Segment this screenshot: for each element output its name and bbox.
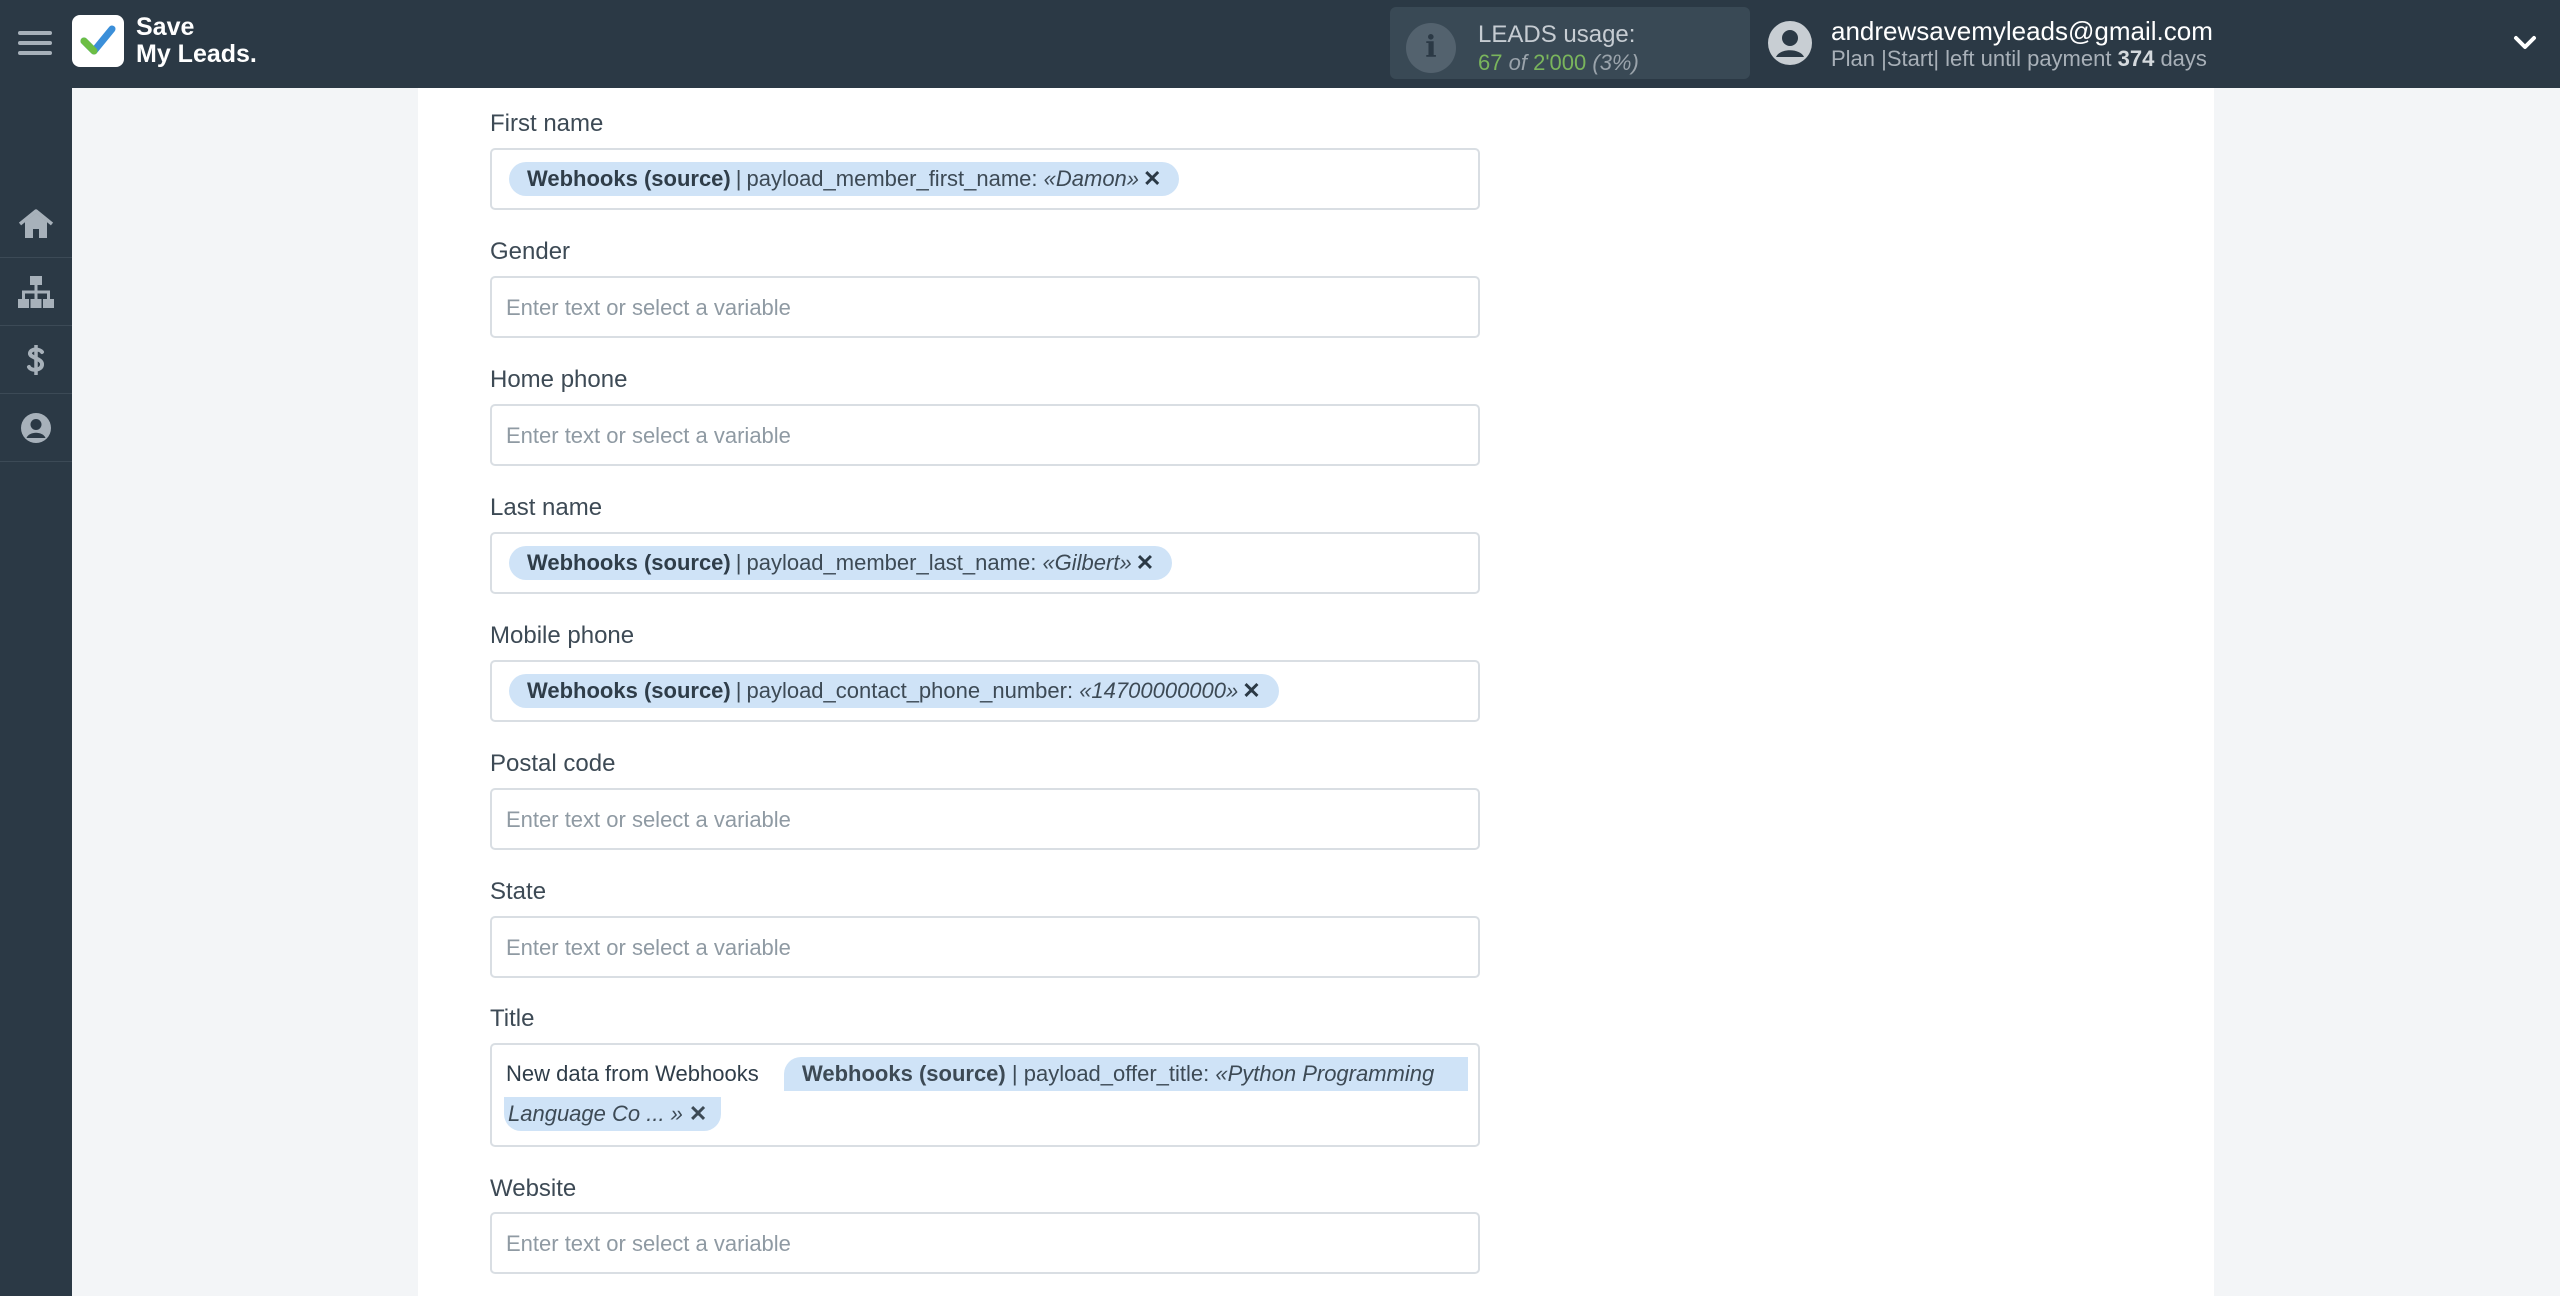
usage-used: 67	[1478, 50, 1503, 75]
chip-value: «14700000000»	[1079, 678, 1239, 703]
usage-percent: (3%)	[1592, 50, 1639, 75]
placeholder: Enter text or select a variable	[506, 295, 791, 320]
logo[interactable]: Save My Leads.	[72, 14, 257, 68]
website-field[interactable]: Enter text or select a variable	[490, 1212, 1480, 1274]
plan-days-suffix: days	[2160, 46, 2207, 71]
chevron-down-icon[interactable]	[2510, 28, 2540, 58]
top-bar: Save My Leads. i LEADS usage: 67 of 2'00…	[0, 0, 2560, 88]
variable-chip[interactable]: Webhooks (source) | payload_contact_phone_…	[509, 674, 1279, 708]
chip-value-line-2: Language Co ... »	[508, 1101, 683, 1126]
title-static-text: New data from Webhooks	[506, 1061, 759, 1086]
chip-source: Webhooks (source)	[527, 550, 731, 575]
first-name-field[interactable]: Webhooks (source) | payload_member_first_n…	[490, 148, 1480, 210]
label-state: State	[490, 878, 547, 905]
usage-title: LEADS usage:	[1478, 21, 1636, 48]
user-plan: Plan |Start| left until payment 374 days	[1831, 46, 2207, 72]
chip-separator: |	[735, 550, 742, 575]
placeholder: Enter text or select a variable	[506, 423, 791, 448]
sidebar-item-account[interactable]	[0, 394, 72, 462]
chip-source: Webhooks (source)	[527, 166, 731, 191]
logo-line-2: My Leads.	[136, 40, 257, 68]
sidebar-item-billing[interactable]	[0, 326, 72, 394]
label-first-name: First name	[490, 110, 604, 137]
label-gender: Gender	[490, 238, 571, 265]
label-home-phone: Home phone	[490, 366, 628, 393]
chip-name: payload_member_last_name:	[746, 550, 1037, 575]
user-avatar-icon[interactable]	[1766, 19, 1814, 67]
plan-prefix: Plan |Start| left until payment	[1831, 46, 2112, 71]
usage-of: of	[1508, 50, 1527, 75]
state-field[interactable]: Enter text or select a variable	[490, 916, 1480, 978]
sidebar-item-connections[interactable]	[0, 258, 72, 326]
sidebar-item-home[interactable]	[0, 190, 72, 258]
chip-value: «Gilbert»	[1042, 550, 1132, 575]
placeholder: Enter text or select a variable	[506, 1231, 791, 1256]
info-icon: i	[1406, 23, 1456, 73]
chip-value: «Damon»	[1043, 166, 1140, 191]
chip-separator: |	[735, 166, 742, 191]
label-website: Website	[490, 1175, 577, 1202]
remove-chip-icon[interactable]: ✕	[1242, 678, 1260, 703]
chip-source: Webhooks (source)	[527, 678, 731, 703]
chip-separator: |	[735, 678, 742, 703]
leads-usage-panel: i LEADS usage: 67 of 2'000 (3%)	[1390, 7, 1750, 79]
usage-value: 67 of 2'000 (3%)	[1478, 50, 1639, 76]
postal-code-field[interactable]: Enter text or select a variable	[490, 788, 1480, 850]
remove-chip-icon[interactable]: ✕	[1136, 550, 1154, 575]
placeholder: Enter text or select a variable	[506, 807, 791, 832]
label-mobile-phone: Mobile phone	[490, 622, 635, 649]
chip-value-line-1: «Python Programming	[1215, 1061, 1435, 1086]
sidebar	[0, 88, 72, 1296]
chip-name: payload_member_first_name:	[746, 166, 1038, 191]
logo-line-1: Save	[136, 13, 195, 41]
chip-separator: |	[1011, 1061, 1018, 1086]
logo-check-icon	[72, 15, 124, 67]
dollar-icon	[27, 344, 44, 375]
placeholder: Enter text or select a variable	[506, 935, 791, 960]
remove-chip-icon[interactable]: ✕	[689, 1101, 707, 1126]
user-email[interactable]: andrewsavemyleads@gmail.com	[1831, 16, 2213, 47]
mobile-phone-field[interactable]: Webhooks (source) | payload_contact_phone_…	[490, 660, 1480, 722]
remove-chip-icon[interactable]: ✕	[1143, 166, 1161, 191]
variable-chip[interactable]: Webhooks (source) | payload_member_first_n…	[509, 162, 1180, 196]
user-circle-icon	[21, 412, 51, 443]
variable-chip-continued[interactable]: Language Co ... » ✕	[504, 1097, 722, 1131]
chip-source: Webhooks (source)	[802, 1061, 1006, 1086]
chip-name: payload_offer_title:	[1023, 1061, 1210, 1086]
plan-days: 374	[2117, 46, 2155, 71]
usage-limit: 2'000	[1533, 50, 1587, 75]
home-icon	[18, 208, 54, 238]
label-postal-code: Postal code	[490, 750, 616, 777]
last-name-field[interactable]: Webhooks (source) | payload_member_last_na…	[490, 532, 1480, 594]
chip-name: payload_contact_phone_number:	[746, 678, 1074, 703]
home-phone-field[interactable]: Enter text or select a variable	[490, 404, 1480, 466]
title-field[interactable]: New data from Webhooks Webhooks (source)…	[490, 1043, 1480, 1147]
label-title: Title	[490, 1005, 535, 1032]
menu-icon[interactable]	[18, 27, 52, 61]
variable-chip[interactable]: Webhooks (source) | payload_member_last_na…	[509, 546, 1173, 580]
sitemap-icon	[18, 275, 54, 308]
gender-field[interactable]: Enter text or select a variable	[490, 276, 1480, 338]
label-last-name: Last name	[490, 494, 603, 521]
variable-chip[interactable]: Webhooks (source) | payload_offer_title:…	[784, 1057, 1468, 1091]
